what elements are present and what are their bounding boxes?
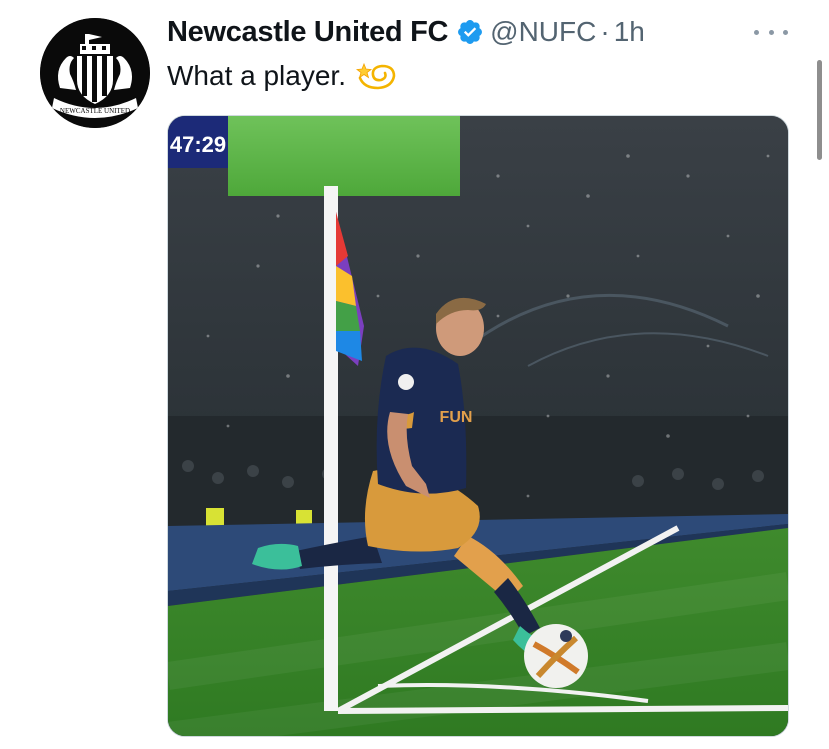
more-options-icon[interactable] [754, 22, 788, 42]
dot [754, 29, 759, 35]
timestamp[interactable]: 1h [614, 16, 645, 48]
tweet-body: What a player. [167, 60, 346, 91]
tweet-text: What a player. [167, 58, 398, 94]
football-photo: 47:29 FUN [168, 116, 788, 736]
svg-text:NEWCASTLE UNITED: NEWCASTLE UNITED [60, 107, 130, 115]
tweet-header: Newcastle United FC @NUFC · 1h [167, 12, 645, 52]
dizzy-icon [355, 62, 396, 90]
tweet[interactable]: NEWCASTLE UNITED Newcastle United FC @NU… [0, 0, 829, 749]
scrollbar[interactable] [817, 60, 822, 160]
verified-badge-icon [458, 20, 483, 44]
handle[interactable]: @NUFC [490, 16, 596, 48]
separator-dot: · [600, 16, 610, 47]
scoreboard-time: 47:29 [170, 132, 226, 157]
shirt-sponsor: FUN [440, 409, 473, 426]
tweet-photo[interactable]: 47:29 FUN [167, 115, 789, 737]
newcastle-crest-icon: NEWCASTLE UNITED [40, 18, 150, 128]
dot [783, 29, 788, 35]
display-name[interactable]: Newcastle United FC [167, 16, 448, 49]
avatar[interactable]: NEWCASTLE UNITED [40, 18, 150, 128]
ball [524, 624, 588, 688]
dot [768, 29, 774, 35]
